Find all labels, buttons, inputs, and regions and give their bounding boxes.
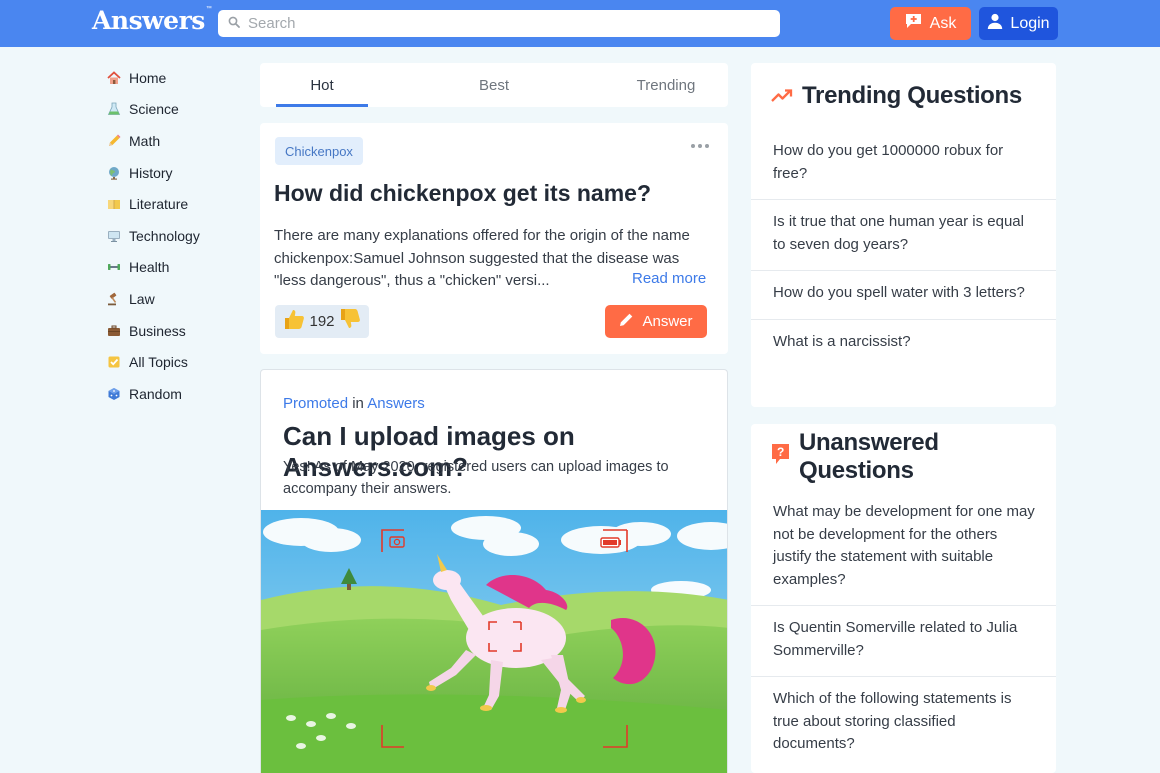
trending-item[interactable]: How do you spell water with 3 letters? xyxy=(751,270,1056,319)
unanswered-item[interactable]: Which of the following statements is tru… xyxy=(751,676,1056,770)
unanswered-item[interactable]: Is Quentin Somerville related to Julia S… xyxy=(751,605,1056,676)
question-title[interactable]: How did chickenpox get its name? xyxy=(274,180,714,207)
unanswered-questions-panel: ? Unanswered Questions What may be devel… xyxy=(751,424,1056,773)
sidebar-item-random[interactable]: Random xyxy=(106,378,246,410)
sidebar-item-label: Law xyxy=(129,290,155,307)
sidebar-item-all-topics[interactable]: All Topics xyxy=(106,346,246,378)
sidebar-item-math[interactable]: Math xyxy=(106,125,246,157)
sidebar-item-label: Literature xyxy=(129,196,189,213)
answer-label: Answer xyxy=(642,313,693,330)
sidebar-item-science[interactable]: Science xyxy=(106,94,246,126)
pencil-icon xyxy=(106,133,122,149)
source-link[interactable]: Answers xyxy=(367,395,425,412)
vote-count: 192 xyxy=(309,313,335,330)
promoted-text: Yes! As of May 2020, registered users ca… xyxy=(283,459,669,497)
thumbs-down-icon[interactable] xyxy=(339,308,361,336)
sidebar-item-literature[interactable]: Literature xyxy=(106,188,246,220)
add-question-icon xyxy=(905,13,922,34)
feed-tabs: Hot Best Trending xyxy=(260,63,728,107)
trending-title: Trending Questions xyxy=(802,82,1022,109)
tab-label: Hot xyxy=(310,76,334,94)
answers-logo[interactable]: Answers™ xyxy=(92,6,212,35)
gavel-icon xyxy=(106,291,122,307)
question-card: Chickenpox How did chickenpox get its na… xyxy=(260,123,728,354)
tab-label: Best xyxy=(478,76,509,94)
sidebar-item-history[interactable]: History xyxy=(106,157,246,189)
answer-button[interactable]: Answer xyxy=(605,305,707,338)
vote-widget: 192 xyxy=(275,305,369,338)
globe-icon xyxy=(106,165,122,181)
read-more-link[interactable]: Read more xyxy=(632,270,706,287)
sidebar-item-label: Math xyxy=(129,132,161,149)
sidebar-item-label: History xyxy=(129,164,173,181)
logo-trademark: ™ xyxy=(205,6,212,12)
trending-up-icon xyxy=(771,82,793,110)
login-button[interactable]: Login xyxy=(979,7,1058,40)
promoted-label[interactable]: Promoted xyxy=(283,395,348,412)
dumbbell-icon xyxy=(106,259,122,275)
sidebar-item-law[interactable]: Law xyxy=(106,283,246,315)
unanswered-title: Unanswered Questions xyxy=(799,429,939,484)
promoted-line: Promoted in Answers xyxy=(283,395,425,412)
trending-questions-panel: Trending Questions How do you get 100000… xyxy=(751,63,1056,407)
trending-header: Trending Questions xyxy=(751,63,1056,129)
svg-text:?: ? xyxy=(777,445,784,459)
sidebar-item-label: All Topics xyxy=(129,354,188,371)
unanswered-list: What may be development for one may not … xyxy=(751,490,1056,770)
sidebar-item-home[interactable]: Home xyxy=(106,62,246,94)
sidebar-item-label: Health xyxy=(129,259,170,276)
sidebar-item-label: Random xyxy=(129,385,182,402)
unanswered-item[interactable]: What may be development for one may not … xyxy=(751,490,1056,605)
tab-trending[interactable]: Trending xyxy=(620,63,712,107)
logo-text: Answers xyxy=(92,6,205,35)
tab-label: Trending xyxy=(636,76,696,94)
topic-tag[interactable]: Chickenpox xyxy=(275,137,363,165)
house-icon xyxy=(106,70,122,86)
question-mark-icon: ? xyxy=(771,443,790,472)
tab-hot[interactable]: Hot xyxy=(276,63,368,107)
ask-button[interactable]: Ask xyxy=(890,7,971,40)
monitor-icon xyxy=(106,228,122,244)
sidebar-nav: Home Science Math History Literature Tec… xyxy=(106,62,246,410)
in-label: in xyxy=(352,395,364,412)
search-icon xyxy=(228,15,240,33)
sidebar-item-technology[interactable]: Technology xyxy=(106,220,246,252)
flask-icon xyxy=(106,101,122,117)
trending-item[interactable]: Is it true that one human year is equal … xyxy=(751,199,1056,270)
sidebar-item-label: Home xyxy=(129,69,167,86)
promoted-card: Promoted in Answers Can I upload images … xyxy=(260,369,728,773)
sidebar-item-label: Business xyxy=(129,322,186,339)
pencil-icon xyxy=(619,312,634,331)
trending-item[interactable]: What is a narcissist? xyxy=(751,318,1056,368)
trending-list: How do you get 1000000 robux for free? I… xyxy=(751,129,1056,367)
sidebar-item-business[interactable]: Business xyxy=(106,315,246,347)
briefcase-icon xyxy=(106,323,122,339)
more-options-icon[interactable] xyxy=(691,144,709,148)
login-label: Login xyxy=(1010,14,1050,32)
search-box[interactable] xyxy=(218,10,780,37)
top-bar: Answers™ Ask Login xyxy=(0,0,1160,47)
unanswered-header: ? Unanswered Questions xyxy=(751,424,1056,490)
unicorn-illustration xyxy=(261,510,727,773)
sidebar-item-label: Science xyxy=(129,101,179,118)
sidebar-item-label: Technology xyxy=(129,227,200,244)
book-icon xyxy=(106,196,122,212)
dice-icon xyxy=(106,386,122,402)
search-input[interactable] xyxy=(248,15,748,32)
checklist-icon xyxy=(106,354,122,370)
thumbs-up-icon[interactable] xyxy=(283,308,305,336)
sidebar-item-health[interactable]: Health xyxy=(106,252,246,284)
ask-label: Ask xyxy=(929,14,957,32)
trending-item[interactable]: How do you get 1000000 robux for free? xyxy=(751,129,1056,199)
battery-icon xyxy=(600,537,621,548)
tab-best[interactable]: Best xyxy=(448,63,540,107)
user-icon xyxy=(987,13,1003,34)
